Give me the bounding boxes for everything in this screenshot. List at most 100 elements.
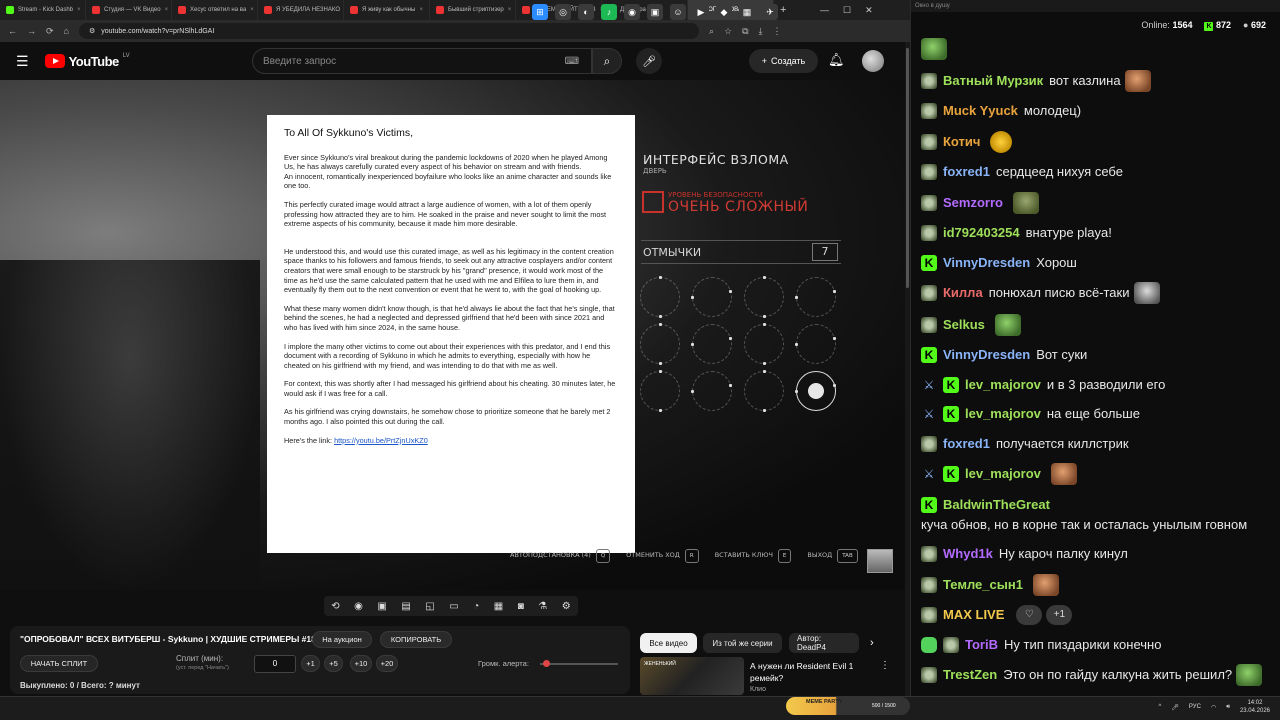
forward-icon[interactable]: → <box>27 26 36 36</box>
chat-username[interactable]: lev_majorov <box>965 404 1041 424</box>
speed-icon[interactable]: ◔ <box>473 601 479 612</box>
split-increment-button[interactable]: +5 <box>324 655 343 672</box>
chat-username[interactable]: Selkus <box>943 315 985 335</box>
start-icon[interactable]: ⊞ <box>532 4 548 20</box>
app2-icon[interactable]: ◆ <box>716 4 732 20</box>
lock-dial[interactable] <box>744 370 784 412</box>
plus-one-button[interactable]: +1 <box>1046 605 1073 625</box>
search-button[interactable]: ⌕ <box>592 48 622 74</box>
wifi-icon[interactable]: ◠ <box>1211 704 1216 711</box>
menu-dots-icon[interactable]: ⋮ <box>773 26 782 37</box>
maximize-icon[interactable]: ☐ <box>843 5 851 16</box>
chat-username[interactable]: Килла <box>943 283 983 303</box>
split-increment-button[interactable]: +20 <box>376 655 398 672</box>
tab-close-icon[interactable]: × <box>250 7 254 13</box>
microphone-tray-icon[interactable]: 🎤︎ <box>1171 704 1179 711</box>
chat-username[interactable]: ToriB <box>965 635 998 655</box>
lock-dial[interactable] <box>640 370 680 412</box>
discord-icon[interactable]: ☺ <box>670 4 686 20</box>
split-minutes-input[interactable]: 0 <box>254 655 296 673</box>
chat-username[interactable]: VinnyDresden <box>943 345 1030 365</box>
notifications-bell-icon[interactable]: 🔔︎ <box>828 52 845 68</box>
chat-username[interactable]: Темле_сын1 <box>943 575 1023 595</box>
filter-chip[interactable]: Все видео <box>640 633 697 653</box>
chevron-up-icon[interactable]: ^ <box>1158 704 1161 710</box>
lock-dial[interactable] <box>744 276 784 318</box>
spotify-icon[interactable]: ♪ <box>601 4 617 20</box>
chat-username[interactable]: VinnyDresden <box>943 253 1030 273</box>
chat-username[interactable]: BaldwinTheGreat <box>943 495 1050 515</box>
chat-username[interactable]: lev_majorov <box>965 375 1041 395</box>
chat-username[interactable]: MAX LIVE <box>943 605 1004 625</box>
chat-username[interactable]: TrestZen <box>943 665 997 685</box>
home-icon[interactable]: ⌂ <box>64 26 69 36</box>
browser-tab[interactable]: Хесус ответил на ва × <box>172 0 258 20</box>
url-field[interactable]: ⚙ youtube.com/watch?v=prNSlhLdGAI <box>78 23 699 39</box>
tab-close-icon[interactable]: × <box>419 7 423 13</box>
subtitles-icon[interactable]: ▭ <box>449 601 458 612</box>
chat-username[interactable]: Whyd1k <box>943 544 993 564</box>
hamburger-menu-icon[interactable]: ☰ <box>16 53 29 70</box>
film-icon[interactable]: ▤ <box>401 601 410 612</box>
keyboard-icon[interactable]: ⌨ <box>565 56 579 67</box>
voice-search-button[interactable]: 🎤︎ <box>636 48 662 74</box>
telegram-icon[interactable]: ✈ <box>762 4 778 20</box>
site-info-icon[interactable]: ⚙ <box>89 27 95 35</box>
recommendation-thumbnail[interactable]: ЖЕНЕНЬКИЙ <box>640 657 744 695</box>
more-options-icon[interactable]: ⋮ <box>880 660 890 671</box>
lock-dial[interactable] <box>691 324 732 364</box>
download-icon[interactable]: ⤓ <box>759 26 763 37</box>
screenshot-icon[interactable]: ▣ <box>377 601 386 612</box>
lock-dial[interactable] <box>795 371 836 411</box>
bookmark-star-icon[interactable]: ☆ <box>724 26 732 37</box>
reaction-pill[interactable]: ♡ +1 <box>1016 605 1073 625</box>
back-icon[interactable]: ← <box>8 26 17 36</box>
chat-username[interactable]: foxred1 <box>943 162 990 182</box>
recommendation-title[interactable]: А нужен ли Resident Evil 1 ремейк? <box>750 660 862 684</box>
browser-tab[interactable]: Я живу как обычны × <box>344 0 430 20</box>
create-button[interactable]: + Создать <box>749 49 818 73</box>
lock-dial[interactable] <box>744 323 784 365</box>
lock-dial[interactable] <box>795 324 836 364</box>
volume-icon[interactable]: 🔊︎ <box>1226 704 1230 711</box>
browser-tab[interactable]: Я УБЕДИЛА НЕЗНАКО× <box>258 0 344 20</box>
chat-username[interactable]: foxred1 <box>943 434 990 454</box>
app-icon[interactable]: ▣ <box>647 4 663 20</box>
filter-chip[interactable]: Автор: DeadP4 <box>789 633 859 653</box>
to-auction-button[interactable]: На аукцион <box>312 631 372 648</box>
chat-username[interactable]: Ватный Мурзик <box>943 71 1043 91</box>
alert-volume-slider[interactable] <box>540 663 618 665</box>
language-indicator[interactable]: РУС <box>1189 704 1201 710</box>
loop-icon[interactable]: ⟲ <box>331 601 339 612</box>
lock-dial[interactable] <box>640 323 680 365</box>
youtube-logo[interactable]: YouTube LV <box>44 53 130 69</box>
obs-icon[interactable]: ◉ <box>624 4 640 20</box>
start-split-button[interactable]: НАЧАТЬ СПЛИТ <box>20 655 98 672</box>
filter-chip[interactable]: Из той же серии <box>703 633 782 653</box>
account-avatar[interactable] <box>862 50 884 72</box>
chat-username[interactable]: Muck Yyuck <box>943 101 1018 121</box>
tab-close-icon[interactable]: × <box>77 7 81 13</box>
youtube-link[interactable]: https://youtu.be/PrtZjnUxKZ0 <box>334 436 428 445</box>
recommendation-channel[interactable]: Клио <box>750 686 766 693</box>
lock-dial[interactable] <box>691 371 732 411</box>
split-increment-button[interactable]: +10 <box>350 655 372 672</box>
chat-username[interactable]: id792403254 <box>943 223 1020 243</box>
camera-icon[interactable]: ◙ <box>518 601 524 612</box>
tab-close-icon[interactable]: × <box>165 7 169 13</box>
browser-tab[interactable]: Студия — VK Видео × <box>86 0 172 20</box>
close-icon[interactable]: ✕ <box>865 5 873 16</box>
settings-gear-icon[interactable]: ⚙ <box>562 601 571 612</box>
chevron-right-icon[interactable]: › <box>870 637 874 649</box>
search-icon[interactable]: ⌕ <box>709 26 714 37</box>
copy-button[interactable]: КОПИРОВАТЬ <box>380 631 452 648</box>
chat-username[interactable]: Котич <box>943 132 980 152</box>
pip-icon[interactable]: ◱ <box>425 601 434 612</box>
extensions-icon[interactable]: ⧉ <box>742 26 748 37</box>
lock-dial[interactable] <box>640 276 680 318</box>
chat-username[interactable]: Semzorro <box>943 193 1003 213</box>
tab-close-icon[interactable]: × <box>508 7 512 13</box>
audio-icon[interactable]: ◉ <box>354 601 363 612</box>
search-input[interactable]: Введите запрос ⌨ <box>252 48 592 74</box>
clock[interactable]: 14:02 23.04.2026 <box>1240 699 1270 715</box>
